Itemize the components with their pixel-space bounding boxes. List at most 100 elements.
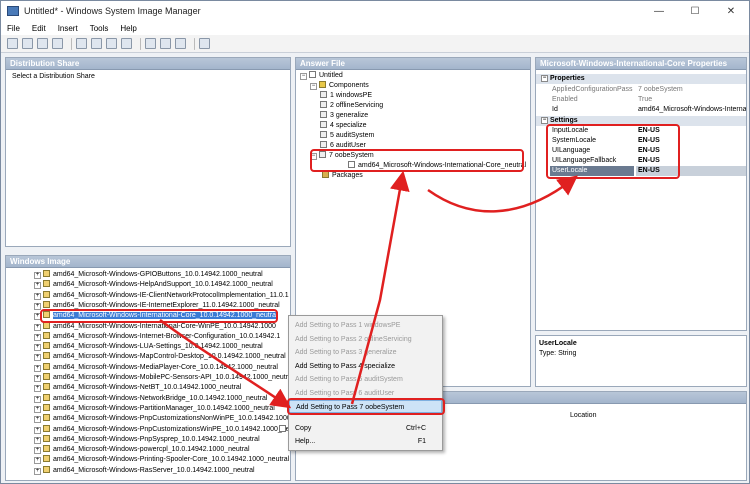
expand-icon[interactable]: + <box>34 457 41 465</box>
component-icon <box>43 403 50 411</box>
toolbar <box>1 35 749 53</box>
tree-pass-2[interactable]: 2 offlineServicing <box>320 101 383 111</box>
answer-file-icon <box>309 71 316 78</box>
expand-icon[interactable]: + <box>34 344 41 352</box>
context-add-pass-1: Add Setting to Pass 1 windowsPE <box>295 322 401 329</box>
expand-icon[interactable]: + <box>34 436 41 444</box>
distribution-share-item[interactable]: Select a Distribution Share <box>12 72 95 82</box>
expand-icon[interactable]: + <box>34 333 41 341</box>
menu-tools[interactable]: Tools <box>84 24 115 33</box>
context-add-pass-3: Add Setting to Pass 3 generalize <box>295 349 397 356</box>
description-type: Type: String <box>539 350 577 357</box>
tree-pass-1[interactable]: 1 windowsPE <box>320 91 372 101</box>
title-bar: Untitled* - Windows System Image Manager… <box>1 1 749 21</box>
save-icon[interactable] <box>52 38 63 49</box>
prop-row-enabled[interactable]: Enabled True <box>536 95 746 105</box>
folder-icon <box>319 81 326 88</box>
component-icon <box>43 280 50 288</box>
tree-packages[interactable]: Packages <box>322 171 363 181</box>
component-icon <box>43 270 50 277</box>
windows-image-item[interactable]: + amd64_Microsoft-Windows-PnpCustomizatio… <box>34 414 290 424</box>
pass-icon <box>320 111 327 118</box>
windows-image-item[interactable]: + amd64_Microsoft-Windows-NetworkBridge_1… <box>34 393 267 404</box>
windows-image-item[interactable]: + amd64_Microsoft-Windows-PnpSysprep_10.0… <box>34 434 260 445</box>
context-add-pass-4[interactable]: Add Setting to Pass 4 specialize <box>289 360 442 373</box>
expand-icon[interactable]: + <box>34 426 41 434</box>
windows-image-item[interactable]: + amd64_Microsoft-Windows-Printing-Spoole… <box>34 455 289 465</box>
menu-help[interactable]: Help <box>114 24 142 33</box>
windows-image-pane: Windows Image + amd64_Microsoft-Windows-G… <box>5 255 291 481</box>
expand-icon[interactable]: + <box>34 302 41 310</box>
windows-image-item[interactable]: + amd64_Microsoft-Windows-NetBT_10.0.1494… <box>34 383 241 393</box>
pass-icon <box>320 91 327 98</box>
answer-file-header: Answer File <box>296 58 530 70</box>
find-icon[interactable] <box>145 38 156 49</box>
pass-icon <box>320 101 327 108</box>
expand-icon[interactable]: + <box>34 467 41 475</box>
windows-image-item[interactable]: + amd64_Microsoft-Windows-LUA-Settings_10… <box>34 342 263 352</box>
windows-image-item[interactable]: + amd64_Microsoft-Windows-IE-ClientNetwor… <box>34 290 289 301</box>
validate-icon[interactable] <box>160 38 171 49</box>
windows-image-item[interactable]: + amd64_Microsoft-Windows-RasServer_10.0.… <box>34 465 255 476</box>
menu-insert[interactable]: Insert <box>52 24 84 33</box>
component-icon <box>43 362 50 370</box>
open-icon[interactable] <box>22 38 33 49</box>
maximize-button[interactable]: ☐ <box>677 1 713 21</box>
windows-image-item[interactable]: + amd64_Microsoft-Windows-PartitionManage… <box>34 403 275 414</box>
tree-pass-3[interactable]: 3 generalize <box>320 111 368 121</box>
prop-row-pass[interactable]: AppliedConfigurationPass 7 oobeSystem <box>536 85 746 95</box>
highlight-context-item <box>287 398 445 415</box>
location-column-header[interactable]: Location <box>570 412 596 419</box>
expand-icon[interactable]: + <box>34 282 41 290</box>
windows-image-item[interactable]: + amd64_Microsoft-Windows-MobilePC-Sensor… <box>34 373 290 383</box>
expand-icon[interactable]: + <box>34 395 41 403</box>
tree-root[interactable]: − Untitled <box>300 71 343 81</box>
tree-components[interactable]: − Components <box>310 81 369 91</box>
prop-row-id[interactable]: Id amd64_Microsoft-Windows-Internati <box>536 105 746 115</box>
windows-image-header: Windows Image <box>6 256 290 268</box>
close-button[interactable]: ✕ <box>713 1 749 21</box>
menu-edit[interactable]: Edit <box>26 24 52 33</box>
distribution-share-pane: Distribution Share Select a Distribution… <box>5 57 291 247</box>
component-icon <box>43 465 50 473</box>
expand-icon[interactable]: + <box>34 364 41 372</box>
expand-icon[interactable]: + <box>34 405 41 413</box>
properties-group[interactable]: − Properties <box>536 74 746 84</box>
delete-icon[interactable] <box>121 38 132 49</box>
expand-icon[interactable]: + <box>34 292 41 300</box>
new-icon[interactable] <box>7 38 18 49</box>
context-help[interactable]: Help... F1 <box>289 435 442 448</box>
settings-icon[interactable] <box>175 38 186 49</box>
windows-image-item[interactable]: + amd64_Microsoft-Windows-Internet-Browse… <box>34 331 280 342</box>
expand-icon[interactable]: + <box>34 375 41 382</box>
component-icon <box>43 424 50 432</box>
context-add-pass-5: Add Setting to Pass 5 auditSystem <box>295 376 403 383</box>
help-icon[interactable] <box>199 38 210 49</box>
menu-file[interactable]: File <box>1 24 26 33</box>
expand-icon[interactable]: + <box>34 323 41 331</box>
open-folder-icon[interactable] <box>37 38 48 49</box>
windows-image-item[interactable]: + amd64_Microsoft-Windows-powercpl_10.0.1… <box>34 445 250 455</box>
minimize-button[interactable]: — <box>641 1 677 21</box>
windows-image-item[interactable]: + amd64_Microsoft-Windows-MediaPlayer-Cor… <box>34 362 278 373</box>
cut-icon[interactable] <box>76 38 87 49</box>
copy-icon[interactable] <box>91 38 102 49</box>
windows-image-item[interactable]: + amd64_Microsoft-Windows-MapControl-Desk… <box>34 352 286 362</box>
expand-icon[interactable]: + <box>34 272 41 279</box>
expand-icon[interactable]: + <box>34 416 41 424</box>
windows-image-item[interactable]: + amd64_Microsoft-Windows-GPIOButtons_10.… <box>34 270 263 280</box>
expand-icon[interactable]: + <box>34 354 41 362</box>
expand-icon[interactable]: + <box>34 385 41 393</box>
context-copy[interactable]: Copy Ctrl+C <box>279 422 442 435</box>
toolbar-separator <box>194 37 195 50</box>
expand-icon[interactable]: + <box>34 447 41 455</box>
tree-pass-4[interactable]: 4 specialize <box>320 121 367 131</box>
component-icon <box>43 455 50 463</box>
windows-image-item[interactable]: + amd64_Microsoft-Windows-HelpAndSupport_… <box>34 280 273 290</box>
windows-image-item[interactable]: + amd64_Microsoft-Windows-PnpCustomizatio… <box>34 424 290 435</box>
component-icon <box>43 434 50 442</box>
tree-pass-5[interactable]: 5 auditSystem <box>320 131 374 141</box>
component-icon <box>43 331 50 339</box>
paste-icon[interactable] <box>106 38 117 49</box>
context-add-pass-2: Add Setting to Pass 2 offlineServicing <box>295 335 412 343</box>
